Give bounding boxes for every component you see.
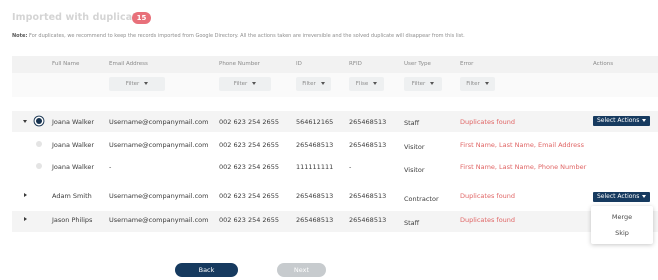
chevron-down-icon xyxy=(642,119,647,122)
collapse-icon[interactable] xyxy=(23,120,27,123)
column-header-phone[interactable]: Phone Number xyxy=(219,61,260,67)
actions-dropdown-menu: Merge Skip xyxy=(591,206,653,244)
note-body: For duplicates, we recommend to keep the… xyxy=(29,33,465,39)
cell-user-type: Visitor xyxy=(404,166,425,174)
expand-icon[interactable] xyxy=(24,217,27,221)
expand-icon[interactable] xyxy=(24,193,27,197)
chevron-down-icon xyxy=(484,82,489,85)
row-radio[interactable] xyxy=(36,163,42,169)
cell-full-name: Adam Smith xyxy=(52,192,92,200)
chevron-down-icon xyxy=(320,82,325,85)
note-label: Note: xyxy=(12,33,28,39)
chevron-down-icon xyxy=(144,82,149,85)
column-header-user-type[interactable]: User Type xyxy=(404,61,431,67)
cell-email: Username@companymail.com xyxy=(109,192,209,200)
filter-email[interactable]: Filter xyxy=(109,77,165,91)
cell-rfid: 265468513 xyxy=(349,216,387,224)
filter-error[interactable]: Filter xyxy=(460,77,495,91)
select-actions-label: Select Actions xyxy=(597,193,640,200)
cell-full-name: Joana Walker xyxy=(52,141,95,149)
cell-rfid: 265468513 xyxy=(349,141,387,149)
cell-id: 111111111 xyxy=(296,163,334,171)
select-actions-button[interactable]: Select Actions xyxy=(593,116,651,126)
cell-email: - xyxy=(109,163,112,171)
select-actions-label: Select Actions xyxy=(597,117,640,124)
filter-user-type-label: Filter xyxy=(411,81,426,87)
filter-phone[interactable]: Filter xyxy=(219,77,271,91)
filter-id[interactable]: Filter xyxy=(296,77,331,91)
menu-item-skip[interactable]: Skip xyxy=(591,229,653,237)
cell-id: 265468513 xyxy=(296,216,334,224)
cell-phone: 002 623 254 2655 xyxy=(219,118,279,126)
duplicates-count-badge: 15 xyxy=(132,12,151,24)
cell-phone: 002 623 254 2655 xyxy=(219,163,279,171)
filter-email-label: Filter xyxy=(125,81,140,87)
cell-rfid: 265468513 xyxy=(349,192,387,200)
chevron-down-icon xyxy=(252,82,257,85)
cell-full-name: Joana Walker xyxy=(52,118,95,126)
cell-email: Username@companymail.com xyxy=(109,141,209,149)
cell-id: 564612165 xyxy=(296,118,334,126)
column-header-full-name[interactable]: Full Name xyxy=(52,61,79,67)
cell-rfid: 265468513 xyxy=(349,118,387,126)
row-radio-selected[interactable] xyxy=(36,118,42,124)
cell-id: 265468513 xyxy=(296,141,334,149)
column-header-error[interactable]: Error xyxy=(460,61,473,67)
filter-error-label: Filter xyxy=(466,81,480,87)
cell-error: First Name, Last Name, Phone Number xyxy=(460,163,587,171)
cell-error: Duplicates found xyxy=(460,216,516,224)
cell-user-type: Visitor xyxy=(404,143,425,151)
cell-phone: 002 623 254 2655 xyxy=(219,216,279,224)
filter-user-type[interactable]: Filter xyxy=(404,77,442,91)
filter-phone-label: Filter xyxy=(233,81,248,87)
column-header-actions: Actions xyxy=(593,61,614,67)
chevron-down-icon xyxy=(642,195,647,198)
cell-error: Duplicates found xyxy=(460,192,516,200)
cell-user-type: Staff xyxy=(404,219,420,227)
cell-user-type: Staff xyxy=(404,119,420,127)
cell-error: Duplicates found xyxy=(460,118,516,126)
page-title: Imported with duplicates xyxy=(12,12,150,23)
note-text: Note: For duplicates, we recommend to ke… xyxy=(12,33,465,39)
row-radio[interactable] xyxy=(36,141,42,147)
cell-phone: 002 623 254 2655 xyxy=(219,192,279,200)
cell-rfid: - xyxy=(349,163,352,171)
cell-email: Username@companymail.com xyxy=(109,216,209,224)
filter-rfid[interactable]: Flise xyxy=(349,77,384,91)
next-button[interactable]: Next xyxy=(277,263,326,277)
column-header-rfid[interactable]: RFID xyxy=(349,61,362,67)
filter-id-label: Filter xyxy=(302,81,316,87)
menu-item-merge[interactable]: Merge xyxy=(591,213,653,221)
chevron-down-icon xyxy=(430,82,435,85)
cell-full-name: Jason Philips xyxy=(52,216,93,224)
cell-email: Username@companymail.com xyxy=(109,118,209,126)
cell-user-type: Contractor xyxy=(404,195,439,203)
chevron-down-icon xyxy=(373,82,378,85)
cell-phone: 002 623 254 2655 xyxy=(219,141,279,149)
select-actions-button[interactable]: Select Actions xyxy=(593,192,651,202)
cell-error: First Name, Last Name, Email Address xyxy=(460,141,584,149)
cell-full-name: Joana Walker xyxy=(52,163,95,171)
filter-rfid-label: Flise xyxy=(355,81,369,87)
column-header-email[interactable]: Email Address xyxy=(109,61,148,67)
back-button[interactable]: Back xyxy=(175,263,238,277)
cell-id: 265468513 xyxy=(296,192,334,200)
column-header-id[interactable]: ID xyxy=(296,61,302,67)
